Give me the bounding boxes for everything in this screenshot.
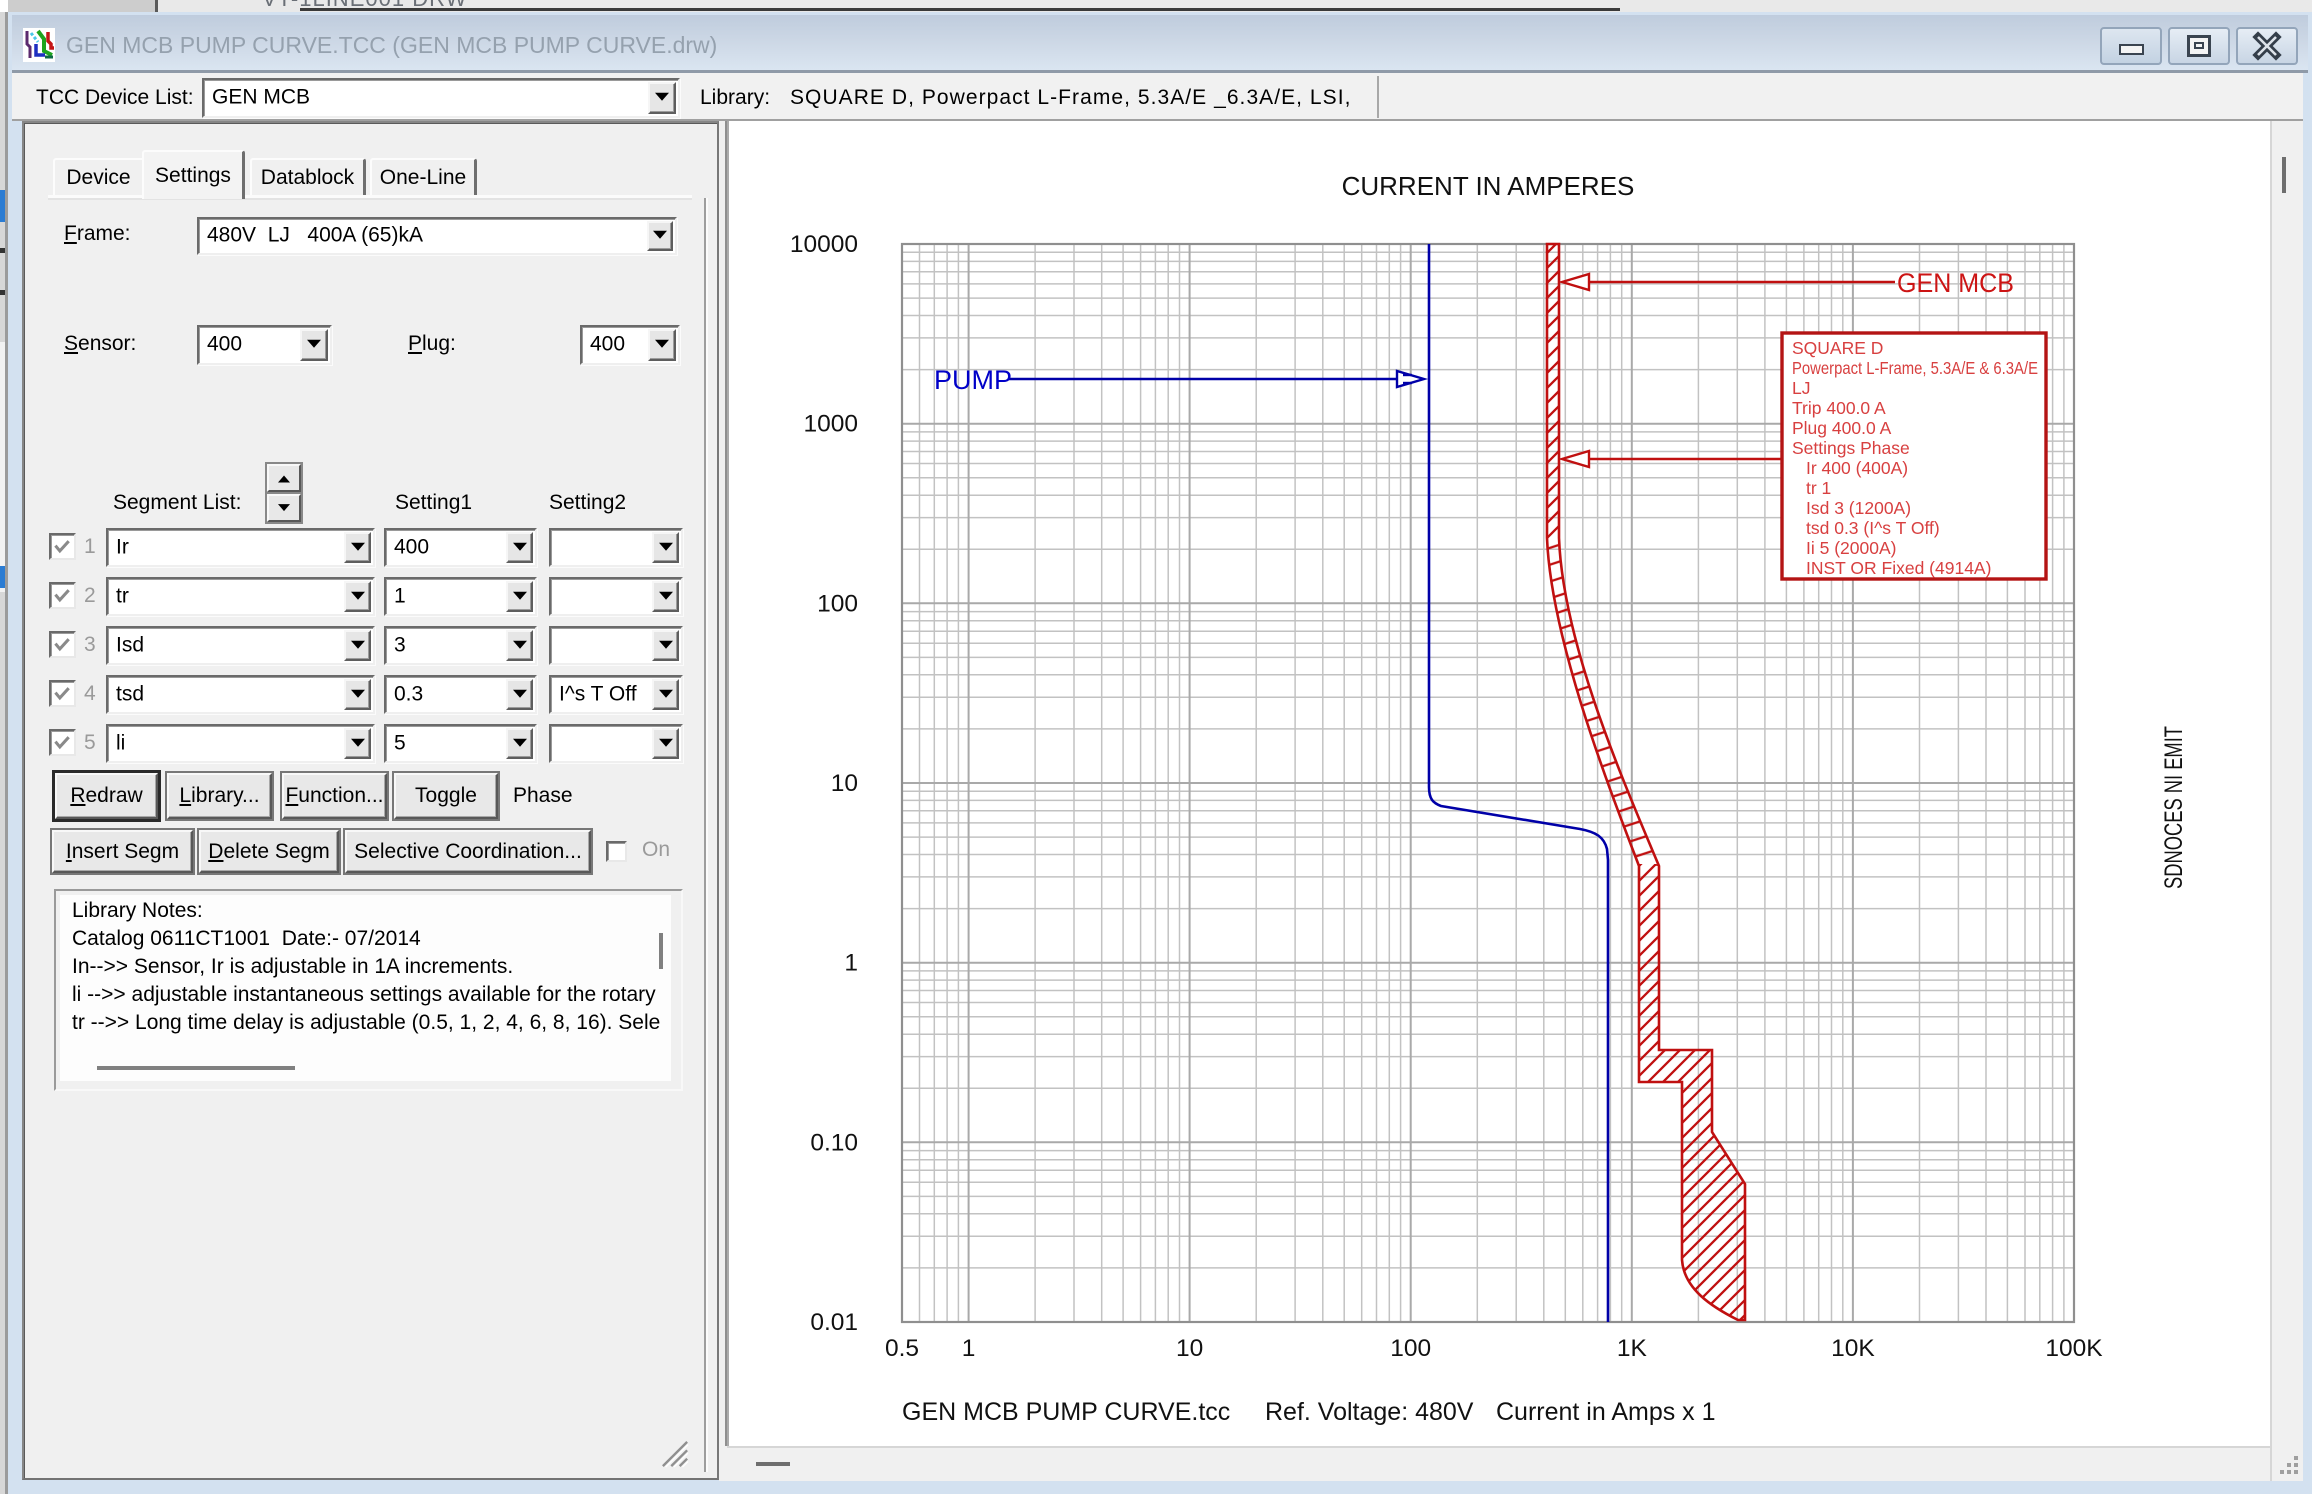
svg-text:LJ: LJ xyxy=(1792,378,1810,398)
svg-text:100K: 100K xyxy=(2045,1335,2103,1362)
svg-text:tr 1: tr 1 xyxy=(1806,478,1831,498)
svg-text:0.5: 0.5 xyxy=(885,1335,919,1362)
svg-text:Powerpact L-Frame, 5.3A/E & 6.: Powerpact L-Frame, 5.3A/E & 6.3A/E xyxy=(1792,358,2038,378)
svg-text:Isd 3 (1200A): Isd 3 (1200A) xyxy=(1806,498,1911,518)
svg-text:0.01: 0.01 xyxy=(810,1309,858,1336)
svg-text:10: 10 xyxy=(831,770,858,797)
svg-text:tsd 0.3 (I^s T Off): tsd 0.3 (I^s T Off) xyxy=(1806,518,1940,538)
svg-text:1: 1 xyxy=(962,1335,976,1362)
svg-text:Ii 5 (2000A): Ii 5 (2000A) xyxy=(1806,538,1896,558)
svg-text:Trip 400.0 A: Trip 400.0 A xyxy=(1792,398,1886,418)
svg-text:100: 100 xyxy=(817,590,858,617)
svg-text:Plug 400.0 A: Plug 400.0 A xyxy=(1792,418,1892,438)
svg-text:10K: 10K xyxy=(1831,1335,1875,1362)
svg-text:10: 10 xyxy=(1176,1335,1203,1362)
svg-text:CURRENT IN AMPERES: CURRENT IN AMPERES xyxy=(1342,171,1635,201)
svg-text:GEN MCB PUMP CURVE.tcc: GEN MCB PUMP CURVE.tcc xyxy=(902,1398,1230,1426)
svg-text:GEN MCB: GEN MCB xyxy=(1897,268,2014,298)
svg-text:0.10: 0.10 xyxy=(810,1129,858,1156)
svg-text:SQUARE D: SQUARE D xyxy=(1792,338,1883,358)
svg-text:Ir 400 (400A): Ir 400 (400A) xyxy=(1806,458,1908,478)
svg-text:Settings Phase: Settings Phase xyxy=(1792,438,1910,458)
svg-text:Ref. Voltage: 480V: Ref. Voltage: 480V xyxy=(1265,1398,1474,1426)
svg-text:Current in Amps x 1: Current in Amps x 1 xyxy=(1496,1398,1716,1426)
svg-text:100: 100 xyxy=(1390,1335,1431,1362)
svg-text:PUMP: PUMP xyxy=(934,365,1012,395)
svg-text:1K: 1K xyxy=(1617,1335,1648,1362)
svg-text:10000: 10000 xyxy=(790,231,858,258)
svg-text:1: 1 xyxy=(844,950,858,977)
svg-text:SDNOCES NI EMIT: SDNOCES NI EMIT xyxy=(2160,726,2188,889)
svg-text:1000: 1000 xyxy=(803,411,858,438)
svg-text:INST OR Fixed (4914A): INST OR Fixed (4914A) xyxy=(1806,558,1991,578)
